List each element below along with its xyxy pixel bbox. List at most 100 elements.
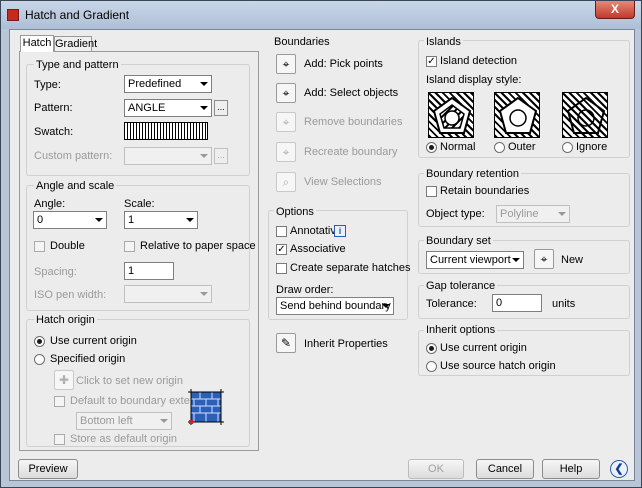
cancel-button[interactable]: Cancel <box>476 459 534 479</box>
chevron-down-icon <box>186 218 194 222</box>
set-origin-button[interactable]: ✚ <box>54 370 74 390</box>
angle-select[interactable]: 0 <box>33 211 107 229</box>
chevron-down-icon <box>512 258 520 262</box>
double-label: Double <box>50 240 85 252</box>
boundary-set-title: Boundary set <box>424 235 493 247</box>
pattern-swatch[interactable] <box>124 122 208 140</box>
draw-order-label: Draw order: <box>276 284 334 296</box>
select-objects-button[interactable]: ⌖ <box>276 83 296 103</box>
spacing-label: Spacing: <box>34 266 77 278</box>
retain-boundaries-label: Retain boundaries <box>440 185 530 197</box>
chevron-down-icon <box>160 419 168 423</box>
ok-button[interactable]: OK <box>408 459 464 479</box>
island-outer-label: Outer <box>508 141 536 153</box>
tolerance-units-label: units <box>552 298 576 310</box>
collapse-options-button[interactable]: ❮ <box>610 460 628 478</box>
retain-boundaries-checkbox[interactable] <box>426 186 437 197</box>
scale-label: Scale: <box>124 198 155 210</box>
chevron-down-icon <box>558 212 566 216</box>
store-default-checkbox[interactable] <box>54 434 65 445</box>
tolerance-input[interactable]: 0 <box>492 294 542 312</box>
object-type-label: Object type: <box>426 208 485 220</box>
store-default-label: Store as default origin <box>70 433 178 445</box>
hatch-tab-panel: Type and pattern Type: Predefined Patter… <box>19 51 259 451</box>
spacing-input[interactable]: 1 <box>124 262 174 280</box>
island-ignore-radio[interactable] <box>562 142 573 153</box>
origin-preview-icon <box>188 389 224 425</box>
swatch-label: Swatch: <box>34 126 74 138</box>
pick-points-label[interactable]: Add: Pick points <box>304 58 383 70</box>
type-label: Type: <box>34 79 61 91</box>
select-objects-label[interactable]: Add: Select objects <box>304 87 398 99</box>
inherit-properties-label[interactable]: Inherit Properties <box>304 338 388 350</box>
specified-origin-label: Specified origin <box>50 353 126 365</box>
inherit-current-origin-radio[interactable] <box>426 343 437 354</box>
islands-title: Islands <box>424 36 463 48</box>
hatch-gradient-dialog: Hatch and Gradient X Hatch Gradient Type… <box>0 0 642 488</box>
use-current-origin-radio[interactable] <box>34 336 45 347</box>
tab-gradient[interactable]: Gradient <box>54 36 97 52</box>
separate-hatches-label: Create separate hatches <box>290 262 411 274</box>
help-button[interactable]: Help <box>542 459 600 479</box>
custom-pattern-select[interactable] <box>124 147 212 165</box>
island-style-label: Island display style: <box>426 74 522 86</box>
inherit-source-origin-label: Use source hatch origin <box>440 360 556 372</box>
pattern-select[interactable]: ANGLE <box>124 99 212 117</box>
inherit-options-title: Inherit options <box>424 324 498 336</box>
view-selections-label[interactable]: View Selections <box>304 176 381 188</box>
eyedropper-icon: ✎ <box>280 336 292 350</box>
pattern-value: ANGLE <box>128 102 166 114</box>
island-normal-radio[interactable] <box>426 142 437 153</box>
crosshair-icon: ✚ <box>58 373 70 387</box>
annotative-checkbox[interactable] <box>276 226 287 237</box>
draw-order-select[interactable]: Send behind boundary <box>276 297 394 315</box>
specified-origin-radio[interactable] <box>34 354 45 365</box>
object-type-select[interactable]: Polyline <box>496 205 570 223</box>
separate-hatches-checkbox[interactable] <box>276 263 287 274</box>
tolerance-label: Tolerance: <box>426 298 477 310</box>
preview-button[interactable]: Preview <box>18 459 78 479</box>
scale-select[interactable]: 1 <box>124 211 198 229</box>
iso-pen-select[interactable] <box>124 285 212 303</box>
dialog-body: Hatch Gradient Type and pattern Type: Pr… <box>9 29 635 481</box>
remove-boundaries-button[interactable]: ⌖ <box>276 112 296 132</box>
scale-value: 1 <box>128 214 135 226</box>
origin-position-select[interactable]: Bottom left <box>76 412 172 430</box>
info-icon[interactable]: i <box>334 225 346 237</box>
double-checkbox[interactable] <box>34 241 45 252</box>
window-title: Hatch and Gradient <box>25 8 130 22</box>
remove-boundaries-label[interactable]: Remove boundaries <box>304 116 402 128</box>
magnifier-icon: ⌕ <box>282 175 290 189</box>
angle-value: 0 <box>37 214 44 226</box>
close-button[interactable]: X <box>595 1 635 19</box>
recreate-boundary-button[interactable]: ⌖ <box>276 142 296 162</box>
inherit-source-origin-radio[interactable] <box>426 361 437 372</box>
recreate-boundary-label[interactable]: Recreate boundary <box>304 146 398 158</box>
pick-points-button[interactable]: ⌖ <box>276 54 296 74</box>
inherit-properties-button[interactable]: ✎ <box>276 333 296 353</box>
island-ignore-preview <box>562 92 608 138</box>
default-extents-label: Default to boundary extents <box>70 395 205 407</box>
view-selections-button[interactable]: ⌕ <box>276 172 296 192</box>
object-type-value: Polyline <box>500 208 539 220</box>
associative-checkbox[interactable]: ✓ <box>276 244 287 255</box>
custom-pattern-browse-button[interactable]: ... <box>214 148 228 164</box>
recreate-boundary-icon: ⌖ <box>282 145 290 159</box>
relative-paper-checkbox[interactable] <box>124 241 135 252</box>
custom-pattern-label: Custom pattern: <box>34 150 113 162</box>
use-current-origin-label: Use current origin <box>50 335 137 347</box>
pattern-browse-button[interactable]: ... <box>214 100 228 116</box>
tab-hatch[interactable]: Hatch <box>20 35 54 52</box>
app-icon <box>7 9 19 21</box>
type-select[interactable]: Predefined <box>124 75 212 93</box>
island-outer-radio[interactable] <box>494 142 505 153</box>
boundary-retention-title: Boundary retention <box>424 168 521 180</box>
chevron-down-icon <box>200 292 208 296</box>
boundary-set-select[interactable]: Current viewport <box>426 251 524 269</box>
chevron-down-icon <box>382 304 390 308</box>
select-objects-icon: ⌖ <box>282 86 290 100</box>
pattern-label: Pattern: <box>34 102 73 114</box>
new-boundary-set-button[interactable]: ⌖ <box>534 249 554 269</box>
default-extents-checkbox[interactable] <box>54 396 65 407</box>
island-detection-checkbox[interactable]: ✓ <box>426 56 437 67</box>
